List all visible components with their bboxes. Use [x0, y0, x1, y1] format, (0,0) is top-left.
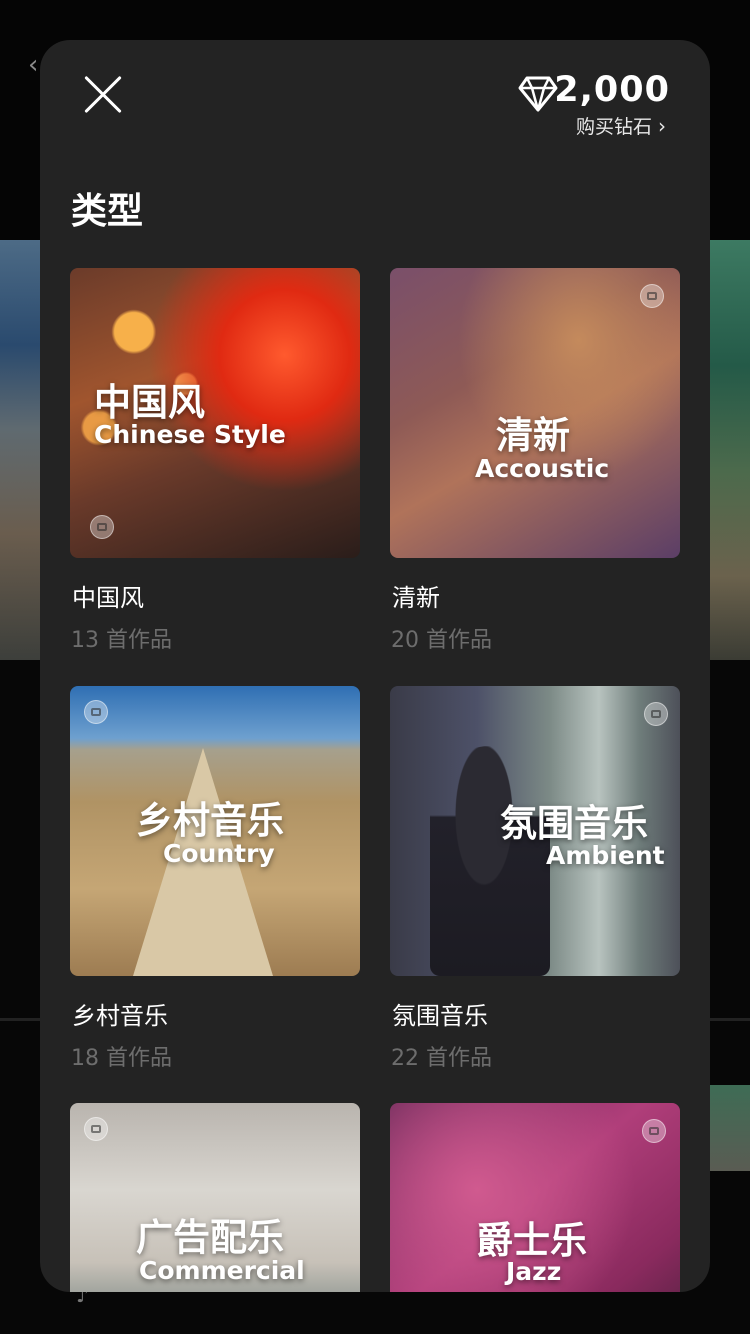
- cover-title-cn: 广告配乐: [136, 1216, 284, 1259]
- genre-track-count: 18 首作品: [71, 1046, 172, 1071]
- genre-cover[interactable]: 中国风 Chinese Style: [70, 268, 360, 558]
- camera-icon: [640, 284, 664, 308]
- genre-card-acoustic[interactable]: 清新 Accoustic 清新 20 首作品: [390, 268, 680, 653]
- cover-title-en: Commercial: [139, 1256, 305, 1285]
- close-button[interactable]: [84, 76, 122, 114]
- genre-cover[interactable]: 清新 Accoustic: [390, 268, 680, 558]
- buy-diamonds-label[interactable]: 购买钻石: [576, 116, 652, 138]
- genre-card-jazz[interactable]: 爵士乐 Jazz: [390, 1103, 680, 1292]
- person-silhouette: [430, 746, 550, 976]
- buy-diamonds-link[interactable]: 购买钻石 ›: [576, 112, 666, 139]
- genre-title: 清新: [392, 584, 440, 612]
- genre-cover[interactable]: 广告配乐 Commercial: [70, 1103, 360, 1292]
- cover-title-en: Chinese Style: [94, 420, 286, 449]
- genre-track-count: 20 首作品: [391, 628, 492, 653]
- camera-icon: [642, 1119, 666, 1143]
- cover-title-cn: 乡村音乐: [136, 799, 284, 842]
- chevron-right-icon[interactable]: ›: [658, 114, 666, 138]
- cover-title-cn: 氛围音乐: [500, 802, 648, 845]
- camera-icon: [644, 702, 668, 726]
- genre-title: 中国风: [72, 584, 144, 612]
- genre-card-chinese-style[interactable]: 中国风 Chinese Style 中国风 13 首作品: [70, 268, 360, 653]
- genre-title: 氛围音乐: [392, 1002, 488, 1030]
- genre-track-count: 22 首作品: [391, 1046, 492, 1071]
- background-back-icon: ‹: [28, 50, 39, 80]
- camera-icon: [84, 700, 108, 724]
- background-photo-strip: [706, 1085, 750, 1171]
- genre-track-count: 13 首作品: [71, 628, 172, 653]
- genre-card-commercial[interactable]: 广告配乐 Commercial: [70, 1103, 360, 1292]
- camera-icon: [90, 515, 114, 539]
- camera-icon: [84, 1117, 108, 1141]
- cover-title-cn: 清新: [496, 414, 570, 457]
- genre-cover[interactable]: 爵士乐 Jazz: [390, 1103, 680, 1292]
- cover-title-en: Jazz: [506, 1257, 562, 1286]
- diamond-balance: 2,000: [554, 70, 670, 110]
- background-photo-left: [0, 240, 44, 660]
- genre-card-ambient[interactable]: 氛围音乐 Ambient 氛围音乐 22 首作品: [390, 686, 680, 1071]
- cover-title-en: Ambient: [546, 841, 665, 870]
- genre-cover[interactable]: 氛围音乐 Ambient: [390, 686, 680, 976]
- genre-cover[interactable]: 乡村音乐 Country: [70, 686, 360, 976]
- diamond-icon: [518, 76, 558, 112]
- cover-title-en: Country: [163, 839, 275, 868]
- cover-title-cn: 中国风: [94, 381, 205, 424]
- genre-card-country[interactable]: 乡村音乐 Country 乡村音乐 18 首作品: [70, 686, 360, 1071]
- genre-title: 乡村音乐: [72, 1002, 168, 1030]
- genre-picker-modal: 2,000 购买钻石 › 类型 中国风 Chinese Style 中国风 13 …: [40, 40, 710, 1292]
- cover-title-en: Accoustic: [475, 454, 610, 483]
- section-title: 类型: [71, 191, 144, 232]
- background-photo-right: [706, 240, 750, 660]
- cover-title-cn: 爵士乐: [476, 1219, 587, 1262]
